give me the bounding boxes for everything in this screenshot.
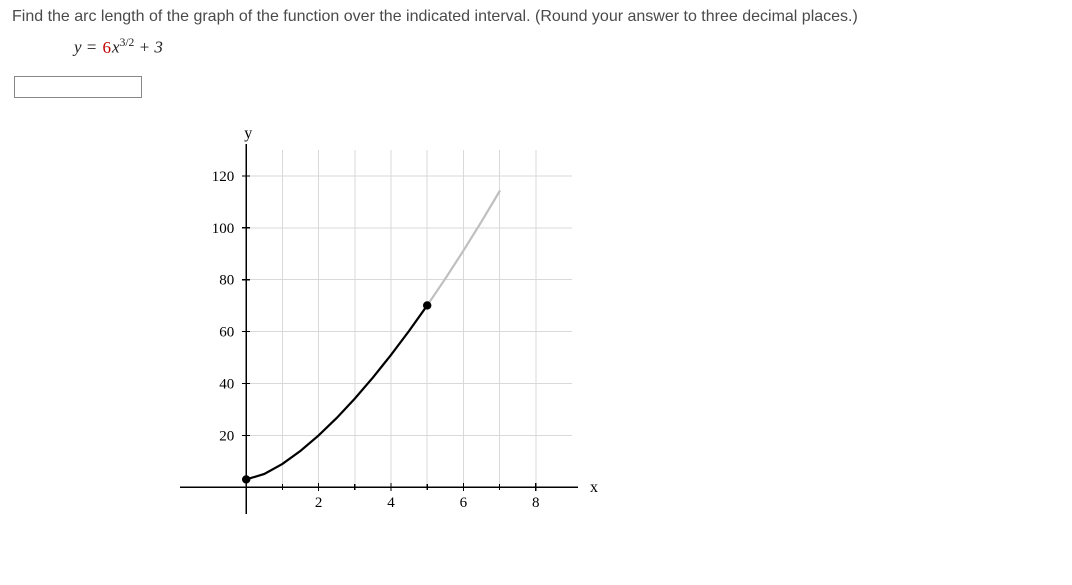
x-axis-label: x	[590, 479, 598, 496]
y-tick-label: 40	[219, 376, 234, 392]
y-tick-label: 120	[212, 169, 235, 185]
eq-var: x	[112, 38, 120, 57]
curve-endpoint	[423, 301, 431, 309]
eq-tail: + 3	[134, 38, 162, 57]
x-tick-label: 8	[532, 495, 540, 511]
y-axis-label: y	[244, 125, 252, 142]
eq-power: 3/2	[120, 36, 135, 49]
problem-prompt: Find the arc length of the graph of the …	[12, 8, 1060, 26]
x-tick-label: 6	[460, 495, 468, 511]
eq-equals: =	[86, 38, 97, 57]
y-tick-label: 60	[219, 324, 234, 340]
eq-lhs: y	[74, 38, 82, 57]
curve-endpoint	[242, 475, 250, 483]
eq-coef: 6	[102, 38, 113, 57]
y-tick-label: 80	[219, 272, 234, 288]
problem-equation: y = 6x3/2 + 3	[74, 36, 1060, 58]
y-tick-label: 100	[212, 220, 235, 236]
y-tick-label: 20	[219, 428, 234, 444]
arc-length-chart: 2 4 6 8 20 40 60 80 100 120 y x	[132, 120, 612, 550]
x-tick-label: 2	[315, 495, 323, 511]
answer-input[interactable]	[14, 76, 142, 98]
x-tick-label: 4	[387, 495, 395, 511]
chart-container: 2 4 6 8 20 40 60 80 100 120 y x	[132, 120, 1060, 550]
